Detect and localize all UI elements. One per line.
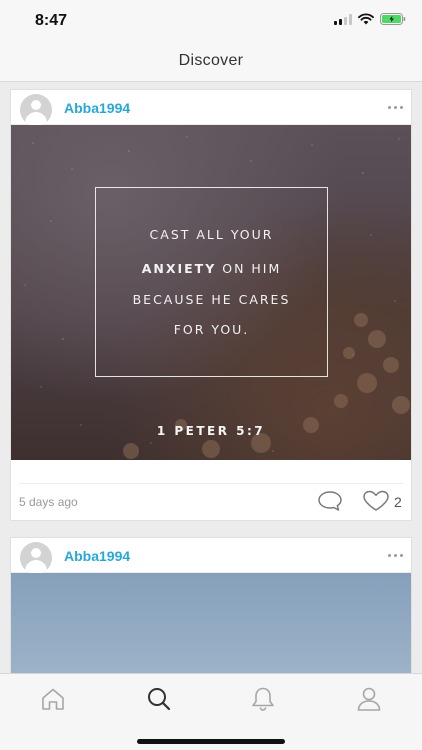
comment-icon[interactable]: [316, 489, 344, 518]
avatar[interactable]: [20, 94, 52, 126]
tab-profile[interactable]: [354, 686, 384, 712]
status-bar: 8:47: [0, 0, 422, 40]
bell-icon: [252, 687, 274, 711]
status-icons: [334, 13, 406, 25]
divider: [19, 483, 403, 484]
tab-notifications[interactable]: [248, 686, 278, 712]
signal-icon: [334, 13, 352, 25]
home-icon: [42, 688, 64, 710]
home-indicator[interactable]: [137, 739, 285, 744]
quote-line: FOR YOU.: [173, 322, 250, 337]
battery-icon: [380, 13, 406, 25]
quote-frame: CAST ALL YOUR ANXIETY ON HIM BECAUSE HE …: [95, 187, 328, 377]
tab-bar: [0, 673, 422, 750]
post-footer: 5 days ago 2: [11, 460, 411, 521]
like-count: 2: [394, 494, 402, 510]
more-options-icon[interactable]: [388, 554, 403, 557]
post-username[interactable]: Abba1994: [64, 100, 130, 116]
nav-bar: Discover: [0, 40, 422, 82]
heart-icon[interactable]: [361, 489, 391, 518]
avatar[interactable]: [20, 542, 52, 574]
more-options-icon[interactable]: [388, 106, 403, 109]
quote-line: BECAUSE HE CARES: [132, 292, 291, 307]
post-timestamp: 5 days ago: [19, 495, 78, 509]
status-time: 8:47: [35, 12, 68, 29]
wifi-icon: [358, 13, 374, 25]
profile-icon: [357, 687, 381, 711]
post-image[interactable]: CAST ALL YOUR ANXIETY ON HIM BECAUSE HE …: [11, 125, 411, 460]
post-header: Abba1994: [11, 538, 411, 574]
quote-line: CAST ALL YOUR: [149, 227, 274, 242]
quote-line: ANXIETY ON HIM: [141, 261, 282, 276]
post-card: Abba1994: [10, 537, 412, 677]
post-image[interactable]: [11, 573, 411, 676]
page-title: Discover: [178, 52, 244, 69]
verse-reference: 1 PETER 5:7: [156, 424, 266, 438]
post-username[interactable]: Abba1994: [64, 548, 130, 564]
post-card: Abba1994 CAST ALL YOUR ANXIETY ON HIM BE…: [10, 89, 412, 521]
post-header: Abba1994: [11, 90, 411, 126]
tab-home[interactable]: [38, 686, 68, 712]
tab-search[interactable]: [144, 686, 174, 712]
search-icon: [148, 688, 171, 711]
